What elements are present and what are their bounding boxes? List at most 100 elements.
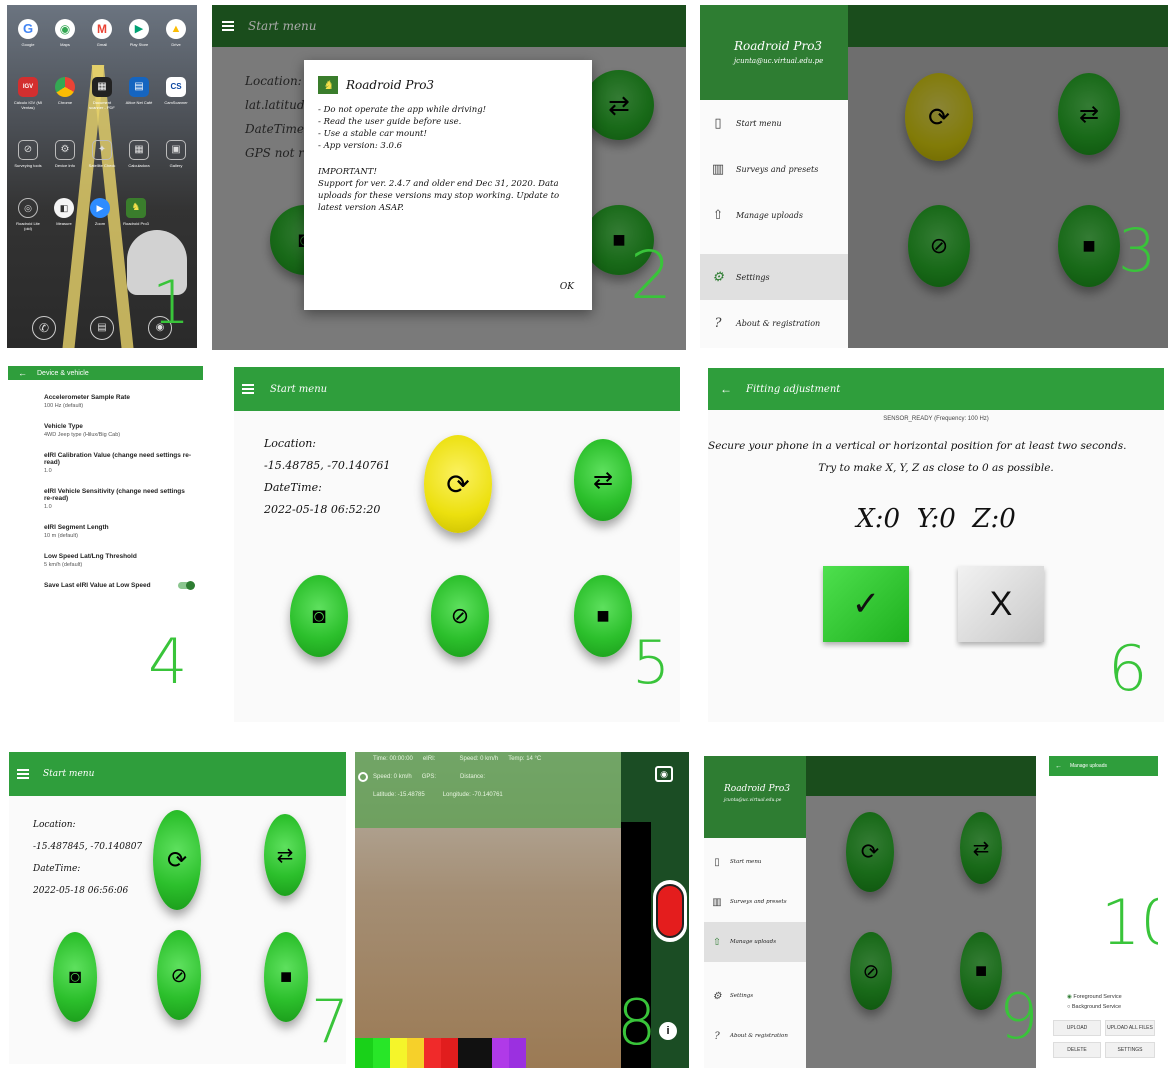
drawer-item-uploads[interactable]: ⇧ Manage uploads [704,922,806,962]
switch-button[interactable]: ⇄ [584,70,654,140]
settings-button[interactable]: SETTINGS [1105,1042,1155,1058]
info-button[interactable]: i [659,1022,677,1040]
app-icon-scanner[interactable]: ▦ Document scanner - PDF [87,77,117,110]
video-off-button[interactable]: ⊘ [431,575,489,657]
camera-button[interactable]: ◙ [53,932,97,1022]
setting-value: 4WD Jeep type (Hilux/Big Cab) [44,432,121,438]
rotate-button[interactable]: ⟳ [846,812,894,892]
app-icon-roadroid-pro3[interactable]: ♞ Roadroid Pro3 [121,198,151,231]
menu-icon[interactable] [222,19,234,33]
app-icon-gmail[interactable]: M Gmail [87,19,117,47]
camera-switch-icon[interactable]: ◉ [655,766,673,782]
drawer-item-start-menu[interactable]: ▯ Start menu [700,100,848,146]
radio-background[interactable]: ○ Background Service [1067,1002,1122,1012]
setting-item[interactable]: Vehicle Type 4WD Jeep type (Hilux/Big Cab… [44,423,194,438]
app-bar: ← Device & vehicle [8,366,203,380]
setting-item[interactable]: Save Last eIRI Value at Low Speed [44,581,195,590]
back-arrow-icon[interactable]: ← [1055,763,1062,770]
dialog-line: - Read the user guide before use. [318,117,462,127]
menu-icon[interactable] [242,382,254,396]
switch-button[interactable]: ⇄ [264,814,306,896]
phone-icon[interactable]: ✆ [32,316,56,340]
drawer-item-label: Settings [736,272,770,282]
app-icon-igv[interactable]: IGV Cálculo IGV (MI Ventas) [13,77,43,110]
app-icon-google[interactable]: G Google [13,19,43,47]
app-icon-measure[interactable]: ◧ Measure [49,198,79,231]
setting-item[interactable]: eIRI Vehicle Sensitivity (change need se… [44,488,194,510]
drawer-item-uploads[interactable]: ⇧ Manage uploads [700,192,848,238]
app-label: Google [21,42,35,47]
video-off-button[interactable]: ⊘ [908,205,970,287]
drawer-item-surveys[interactable]: ▥ Surveys and presets [700,146,848,192]
app-icon-satellite[interactable]: ✦ Satellite Check [87,140,117,168]
app-icon-drive[interactable]: ▲ Drive [161,19,191,47]
app-bar: ← Fitting adjustment [708,368,1164,410]
app-icon-gallery[interactable]: ▣ Gallery [161,140,191,168]
radio-foreground[interactable]: ◉ Foreground Service [1067,992,1122,1002]
drawer-item-about[interactable]: ? About & registration [704,1016,806,1056]
setting-title: Low Speed Lat/Lng Threshold [44,553,137,560]
rotate-button[interactable]: ⟳ [905,73,973,161]
upload-all-button[interactable]: UPLOAD ALL FILES [1105,1020,1155,1036]
briefcase-icon[interactable]: ▤ [90,316,114,340]
switch-button[interactable]: ⇄ [574,439,632,521]
confirm-button[interactable]: ✓ [823,566,909,642]
setting-item[interactable]: Accelerometer Sample Rate 100 Hz (default… [44,394,194,409]
coords-value: -15.487845, -70.140807 [33,842,143,852]
drawer-item-about[interactable]: ? About & registration [700,300,848,346]
drawer-item-surveys[interactable]: ▥ Surveys and presets [704,882,806,922]
drawer-item-label: Manage uploads [730,939,777,945]
scale-swatch [424,1038,441,1068]
drawer-item-settings[interactable]: ⚙ Settings [704,976,806,1016]
app-label: Altice Net Café [125,100,153,105]
app-label: Cálculo IGV (MI Ventas) [13,100,43,110]
app-icon-chrome[interactable]: Chrome [50,77,80,110]
record-button[interactable] [653,880,687,942]
video-button[interactable]: ■ [574,575,632,657]
color-scale [355,1038,526,1068]
rotate-button[interactable]: ⟳ [424,435,492,533]
video-off-button[interactable]: ⊘ [157,930,201,1020]
app-icon-camscanner[interactable]: CS CamScanner [161,77,191,110]
help-icon: ? [714,1030,720,1042]
important-label: IMPORTANT! [318,167,377,177]
app-icon-play-store[interactable]: ▶ Play Store [124,19,154,47]
setting-item[interactable]: eIRI Calibration Value (change need sett… [44,452,194,474]
drawer-item-label: Manage uploads [736,210,803,220]
app-label: Document scanner - PDF [89,100,115,110]
setting-item[interactable]: Low Speed Lat/Lng Threshold 5 km/h (defau… [44,553,194,568]
back-arrow-icon[interactable]: ← [720,382,732,396]
cancel-button[interactable]: X [958,566,1044,642]
upload-button[interactable]: UPLOAD [1053,1020,1101,1036]
panel-4-settings: ← Device & vehicle Accelerometer Sample … [8,366,203,728]
app-icon-tools[interactable]: ⊘ Surveying tools [13,140,43,168]
hud-row-1: Time: 00:00:00 eIRI: Speed: 0 km/h Temp: 14… [373,756,541,762]
panel-number: 9 [999,980,1036,1053]
video-off-button[interactable]: ⊘ [850,932,892,1010]
back-arrow-icon[interactable]: ← [18,368,27,378]
app-icon-zoom[interactable]: ▶ Zoom [85,198,115,231]
drawer-item-start-menu[interactable]: ▯ Start menu [704,842,806,882]
video-button[interactable]: ■ [264,932,308,1022]
setting-title: eIRI Calibration Value (change need sett… [44,452,192,466]
instruction-2: Try to make X, Y, Z as close to 0 as pos… [818,462,1054,474]
panel-number: 10 [1101,886,1158,959]
video-button[interactable]: ■ [960,932,1002,1010]
delete-button[interactable]: DELETE [1053,1042,1101,1058]
app-icon-cafe[interactable]: ▤ Altice Net Café [124,77,154,110]
camera-button[interactable]: ◙ [290,575,348,657]
menu-icon[interactable] [17,767,29,781]
app-icon-maps[interactable]: ◉ Maps [50,19,80,47]
setting-item[interactable]: eIRI Segment Length 10 m (default) [44,524,194,539]
ok-button[interactable]: OK [560,282,574,292]
app-icon-device-info[interactable]: ⚙ Device Info [50,140,80,168]
rotate-button[interactable]: ⟳ [153,810,201,910]
app-icon-roadroid-lite[interactable]: ◎ Roadroid Lite (old) [13,198,43,231]
switch-button[interactable]: ⇄ [1058,73,1120,155]
video-button[interactable]: ■ [1058,205,1120,287]
app-icon-calculator[interactable]: ▦ Calculadora [124,140,154,168]
save-toggle[interactable] [178,581,195,590]
switch-button[interactable]: ⇄ [960,812,1002,884]
drawer-item-settings[interactable]: ⚙ Settings [700,254,848,300]
instruction-1: Secure your phone in a vertical or horiz… [708,440,1127,452]
